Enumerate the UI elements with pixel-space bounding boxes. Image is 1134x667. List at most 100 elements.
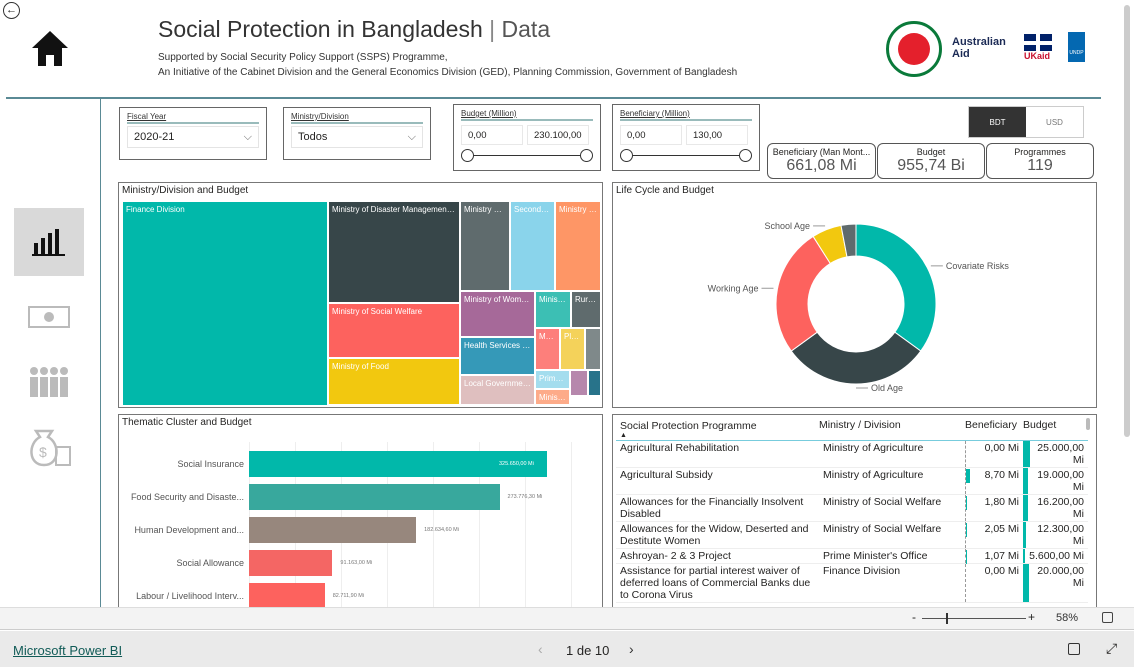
donut-slice[interactable] [790,331,922,385]
treemap-tile[interactable] [585,328,601,370]
table-row[interactable]: Allowances for the Widow, Deserted and D… [616,521,1088,549]
budget-bar [1023,564,1029,602]
treemap-tile[interactable] [588,370,601,396]
bar-value-label: 82.711,90 Mi [332,593,365,599]
treemap-tile[interactable]: Me... [535,328,560,370]
treemap-tile[interactable]: Pla... [560,328,585,370]
table-scrollbar[interactable] [1086,418,1090,430]
slider-handle-max[interactable] [580,149,593,162]
page-scrollbar[interactable] [1124,5,1130,437]
donut-label: Old Age [871,383,903,393]
treemap-tile[interactable] [570,370,588,396]
budget-label: Budget (Million) [461,109,593,121]
share-icon[interactable] [1068,643,1080,655]
bar-value-label: 91.163,00 Mi [340,560,373,566]
fiscal-year-dropdown[interactable]: 2020-21 ⌵ [127,126,259,148]
treemap-tile[interactable]: Ministry of ... [460,201,510,291]
cell-beneficiary: 0,00 Mi [964,563,1023,603]
beneficiary-bar [965,496,967,510]
bdt-button[interactable]: BDT [969,107,1026,137]
slider-handle-min[interactable] [461,149,474,162]
bar[interactable] [249,484,500,510]
ministry-dropdown[interactable]: Todos ⌵ [291,126,423,148]
usd-button[interactable]: USD [1026,107,1083,137]
col-programme[interactable]: Social Protection Programme ▲ [616,419,819,441]
zoom-out-button[interactable]: - [912,610,916,624]
svg-text:$: $ [39,444,47,460]
cell-programme: Allowances for the Financially Insolvent… [616,494,819,522]
subtitle-2: An Initiative of the Cabinet Division an… [158,67,738,78]
cell-beneficiary: 2,05 Mi [964,521,1023,549]
zoom-in-button[interactable]: + [1028,610,1035,624]
nav-money-button[interactable] [14,280,84,348]
cell-programme: Assistance for partial interest waiver o… [616,563,819,603]
treemap-tile[interactable]: Ministry of Food [328,358,460,405]
slider-handle-min[interactable] [620,149,633,162]
card-label: Beneficiary (Man Mont... [772,147,871,157]
treemap-tile[interactable]: Rural... [571,291,601,328]
table-row[interactable]: Agricultural Subsidy Ministry of Agricult… [616,467,1088,495]
nav-chart-button[interactable] [14,208,84,276]
beneficiary-bar [965,469,970,483]
left-nav-divider [100,99,101,607]
cell-budget: 16.200,00 Mi [1023,494,1088,522]
zoom-slider[interactable] [922,613,1026,624]
programme-table-panel: Social Protection Programme ▲ Ministry / … [612,414,1097,608]
home-icon[interactable] [30,28,70,73]
col-beneficiary[interactable]: Beneficiary [965,419,1023,441]
budget-range-slider[interactable] [461,147,593,165]
donut-slice[interactable] [855,223,937,352]
cell-ministry: Ministry of Agriculture [819,467,965,495]
bar[interactable] [249,550,333,576]
table-row[interactable]: Assistance for partial interest waiver o… [616,563,1088,603]
nav-budget-button[interactable]: $ [14,412,84,480]
fullscreen-icon[interactable]: ⤢ [1106,640,1117,657]
bar-value-label: 182.634,60 Mi [424,527,459,533]
back-icon[interactable]: ← [3,2,20,19]
treemap-tile[interactable]: Health Services Di... [460,337,535,375]
bar-value-label: 325.650,00 Mi [499,461,534,467]
beneficiary-min-input[interactable]: 0,00 [620,125,682,145]
bar[interactable] [249,583,325,607]
treemap-tile[interactable]: Ministr... [535,389,570,405]
treemap-tile[interactable]: Ministr... [535,291,571,328]
prev-page-button[interactable]: ‹ [538,641,543,657]
donut-slice[interactable] [775,235,831,352]
slider-handle-max[interactable] [739,149,752,162]
cell-ministry: Ministry of Social Welfare [819,494,965,522]
cell-programme: Agricultural Subsidy [616,467,819,495]
treemap-tile[interactable]: Local Government ... [460,375,535,405]
cell-budget: 25.000,00 Mi [1023,440,1088,468]
treemap-tile[interactable]: Prime ... [535,370,570,389]
budget-min-input[interactable]: 0,00 [461,125,523,145]
beneficiary-range-slider[interactable] [620,147,752,165]
treemap-tile[interactable]: Secondar... [510,201,555,291]
budget-max-input[interactable]: 230.100,00 [527,125,589,145]
table-row[interactable]: Allowances for the Financially Insolvent… [616,494,1088,522]
undp-logo: UNDP [1068,32,1085,62]
budget-bar [1023,495,1028,521]
treemap-tile[interactable]: Ministry of Social Welfare [328,303,460,358]
ukaid-text: UKaid [1024,51,1051,61]
beneficiary-max-input[interactable]: 130,00 [686,125,748,145]
nav-people-button[interactable] [14,348,84,416]
cell-budget: 12.300,00 Mi [1023,521,1088,549]
people-icon [30,367,68,397]
bar[interactable] [249,517,417,543]
treemap-tile[interactable]: Ministry of Wome... [460,291,535,337]
col-ministry[interactable]: Ministry / Division [819,419,965,441]
table-row[interactable]: Agricultural Rehabilitation Ministry of A… [616,440,1088,468]
treemap-tile[interactable]: Finance Division [122,201,328,406]
cell-budget: 20.000,00 Mi [1023,563,1088,603]
next-page-button[interactable]: › [629,641,634,657]
ministry-label: Ministry/Division [291,112,423,124]
table-row[interactable]: Ashroyan- 2 & 3 Project Prime Minister's … [616,548,1088,564]
treemap-tile[interactable]: Ministry o... [555,201,601,291]
treemap-tile[interactable]: Ministry of Disaster Management ... [328,201,460,303]
col-budget[interactable]: Budget [1023,419,1088,441]
lifecycle-panel: Life Cycle and Budget Covariate Risks Old… [612,182,1097,408]
fit-to-page-icon[interactable] [1102,612,1113,623]
header-divider [6,97,1101,99]
subtitle-1: Supported by Social Security Policy Supp… [158,52,448,63]
power-bi-link[interactable]: Microsoft Power BI [13,643,122,658]
